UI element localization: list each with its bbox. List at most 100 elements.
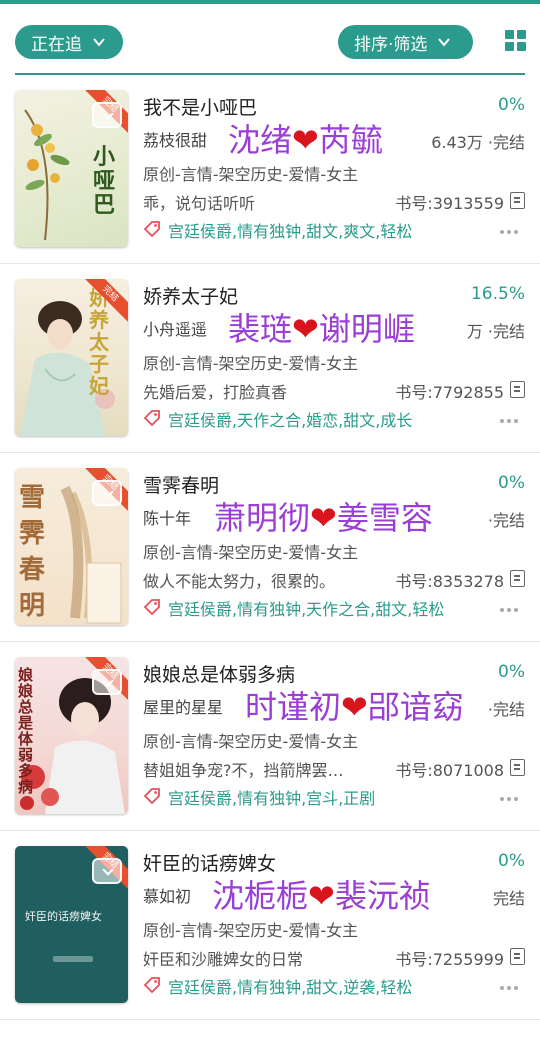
book-cover[interactable]: 娘娘总是体弱多病 完结: [15, 657, 128, 814]
more-options-icon[interactable]: [500, 419, 518, 423]
book-card[interactable]: 娇养太子妃 完结 娇养太子妃 16.5% 小舟遥遥 万 ·完结 原创-言情-架空…: [0, 264, 540, 453]
book-author: 小舟遥遥: [143, 320, 208, 339]
overlay-right: 芮毓: [318, 121, 383, 159]
book-cover[interactable]: 娇养太子妃 完结: [15, 279, 128, 436]
book-title[interactable]: 雪霁春明: [143, 471, 219, 498]
book-cover[interactable]: 雪霁春明 完结: [15, 468, 128, 625]
overlay-right: 裴沅祯: [334, 877, 431, 915]
more-options-icon[interactable]: [500, 986, 518, 990]
cover-title: 娘娘总是体弱多病: [18, 666, 34, 796]
book-category: 原创-言情-架空历史-爱情-女主: [143, 354, 359, 373]
filter-dropdown[interactable]: 正在追: [15, 25, 123, 59]
overlay-left: 沈绪: [228, 121, 293, 159]
download-icon[interactable]: [92, 669, 122, 695]
book-author: 慕如初: [143, 887, 192, 906]
book-intro: 乖，说句话听听: [143, 194, 256, 213]
read-progress: 16.5%: [470, 284, 525, 304]
toolbar: 正在追 排序·筛选: [0, 0, 540, 74]
overlay-left: 萧明彻: [214, 499, 311, 537]
book-list: 小哑巴 完结 我不是小哑巴 0% 荔枝很甜 6.43万 ·完结 原创-言情-架空…: [0, 75, 540, 1020]
overlay-caption: 萧明彻❤姜雪容: [214, 493, 433, 539]
book-tags: 宫廷侯爵,情有独钟,甜文,逆袭,轻松: [168, 978, 413, 997]
grid-view-icon[interactable]: [505, 30, 527, 52]
book-intro: 先婚后爱，打脸真香: [143, 383, 288, 402]
book-number: 书号:8353278: [395, 572, 504, 591]
copy-icon[interactable]: [510, 948, 525, 965]
book-category: 原创-言情-架空历史-爱情-女主: [143, 921, 359, 940]
tag-icon: [143, 977, 160, 994]
overlay-left: 时谨初: [245, 688, 342, 726]
book-title[interactable]: 娇养太子妃: [143, 282, 238, 309]
book-intro: 做人不能太努力，很累的。: [143, 572, 336, 591]
cover-author-mark: [53, 956, 93, 962]
download-icon[interactable]: [92, 858, 122, 884]
book-category: 原创-言情-架空历史-爱情-女主: [143, 732, 359, 751]
book-number: 书号:7255999: [395, 950, 504, 969]
read-progress: 0%: [498, 662, 525, 682]
read-progress: 0%: [498, 851, 525, 871]
read-progress: 0%: [498, 473, 525, 493]
cover-title: 小哑巴: [93, 144, 116, 218]
more-options-icon[interactable]: [500, 608, 518, 612]
book-card[interactable]: 娘娘总是体弱多病 完结 娘娘总是体弱多病 0% 屋里的星星 ·完结 原创-言情-…: [0, 642, 540, 831]
copy-icon[interactable]: [510, 192, 525, 209]
overlay-caption: 时谨初❤郘谙窈: [245, 682, 464, 728]
filter-label: 正在追: [31, 34, 82, 55]
book-stats: 6.43万 ·完结: [431, 133, 525, 152]
book-cover[interactable]: 奸臣的话痨婢女 完结: [15, 846, 128, 1003]
book-card[interactable]: 小哑巴 完结 我不是小哑巴 0% 荔枝很甜 6.43万 ·完结 原创-言情-架空…: [0, 75, 540, 264]
book-number: 书号:7792855: [395, 383, 504, 402]
overlay-caption: 沈栀栀❤裴沅祯: [212, 871, 431, 917]
book-stats: ·完结: [487, 511, 525, 530]
tag-icon: [143, 599, 160, 616]
more-options-icon[interactable]: [500, 797, 518, 801]
overlay-right: 姜雪容: [336, 499, 433, 537]
book-tags: 宫廷侯爵,情有独钟,天作之合,甜文,轻松: [168, 600, 445, 619]
book-number: 书号:3913559: [395, 194, 504, 213]
overlay-caption: 裴琏❤谢明崕: [228, 304, 415, 350]
read-progress: 0%: [498, 95, 525, 115]
book-intro: 奸臣和沙雕婢女的日常: [143, 950, 304, 969]
overlay-right: 谢明崕: [318, 310, 415, 348]
heart-icon: ❤: [310, 499, 337, 537]
cover-title: 奸臣的话痨婢女: [25, 910, 102, 923]
book-tags: 宫廷侯爵,情有独钟,宫斗,正剧: [168, 789, 376, 808]
more-options-icon[interactable]: [500, 230, 518, 234]
book-stats: 万 ·完结: [466, 322, 525, 341]
overlay-right: 郘谙窈: [367, 688, 464, 726]
book-author: 陈十年: [143, 509, 192, 528]
chevron-down-icon: [437, 35, 451, 49]
cover-title: 雪霁春明: [19, 483, 46, 621]
download-icon[interactable]: [92, 480, 122, 506]
heart-icon: ❤: [292, 121, 319, 159]
book-tags: 宫廷侯爵,天作之合,婚恋,甜文,成长: [168, 411, 413, 430]
book-card[interactable]: 奸臣的话痨婢女 完结 奸臣的话痨婢女 0% 慕如初 完结 原创-言情-架空历史-…: [0, 831, 540, 1020]
overlay-left: 沈栀栀: [212, 877, 309, 915]
chevron-down-icon: [92, 35, 106, 49]
heart-icon: ❤: [341, 688, 368, 726]
sort-filter-dropdown[interactable]: 排序·筛选: [338, 25, 473, 59]
heart-icon: ❤: [292, 310, 319, 348]
book-number: 书号:8071008: [395, 761, 504, 780]
book-category: 原创-言情-架空历史-爱情-女主: [143, 165, 359, 184]
heart-icon: ❤: [308, 877, 335, 915]
book-stats: 完结: [492, 889, 525, 908]
download-icon[interactable]: [92, 102, 122, 128]
book-category: 原创-言情-架空历史-爱情-女主: [143, 543, 359, 562]
book-stats: ·完结: [487, 700, 525, 719]
overlay-left: 裴琏: [228, 310, 293, 348]
copy-icon[interactable]: [510, 570, 525, 587]
sort-filter-label: 排序·筛选: [354, 34, 428, 55]
book-tags: 宫廷侯爵,情有独钟,甜文,爽文,轻松: [168, 222, 413, 241]
book-card[interactable]: 雪霁春明 完结 雪霁春明 0% 陈十年 ·完结 原创-言情-架空历史-爱情-女主…: [0, 453, 540, 642]
book-intro: 替姐姐争宠?不，挡箭牌罢…: [143, 761, 344, 780]
book-author: 荔枝很甜: [143, 131, 208, 150]
tag-icon: [143, 410, 160, 427]
copy-icon[interactable]: [510, 759, 525, 776]
copy-icon[interactable]: [510, 381, 525, 398]
tag-icon: [143, 221, 160, 238]
book-author: 屋里的星星: [143, 698, 224, 717]
overlay-caption: 沈绪❤芮毓: [228, 115, 383, 161]
book-cover[interactable]: 小哑巴 完结: [15, 90, 128, 247]
tag-icon: [143, 788, 160, 805]
